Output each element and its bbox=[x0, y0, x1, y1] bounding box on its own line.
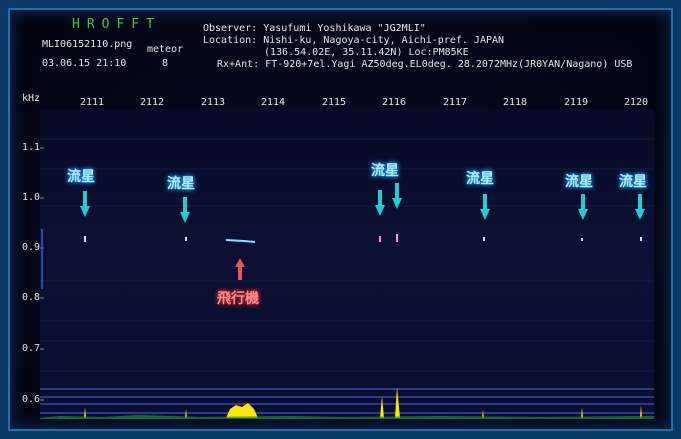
observer-line: Observer: Yasufumi Yoshikawa "JG2MLI" bbox=[203, 23, 426, 34]
meteor-echo bbox=[379, 236, 381, 242]
rx-line: Rx+Ant: FT-920+7el.Yagi AZ50deg.EL0deg. … bbox=[217, 59, 633, 70]
meteor-echo bbox=[581, 238, 583, 241]
time-tick: 2117 bbox=[443, 97, 468, 108]
spectrogram-svg bbox=[40, 138, 654, 419]
datetime-label: 03.06.15 21:10 bbox=[42, 58, 127, 69]
meteor-arrow-icon bbox=[480, 194, 490, 220]
meteor-arrow-icon bbox=[635, 194, 645, 220]
meteor-label: 流星 bbox=[167, 176, 195, 192]
airplane-signal-peak bbox=[226, 403, 258, 418]
freq-tick: 1.0 bbox=[22, 192, 41, 203]
meteor-echo bbox=[396, 234, 398, 242]
meteor-echo bbox=[185, 237, 187, 241]
meteor-label: 流星 bbox=[67, 169, 95, 185]
time-tick: 2114 bbox=[261, 97, 286, 108]
time-tick: 2118 bbox=[503, 97, 528, 108]
airplane-arrow-icon bbox=[235, 258, 245, 280]
meteor-signal-peak bbox=[395, 387, 400, 418]
time-tick: 2119 bbox=[564, 97, 589, 108]
meteor-echo bbox=[483, 237, 485, 241]
meteor-label: 流星 bbox=[619, 174, 647, 190]
meteor-label: 流星 bbox=[371, 163, 399, 179]
time-tick: 2120 bbox=[624, 97, 649, 108]
meteor-arrow-icon bbox=[180, 197, 190, 223]
airplane-trace bbox=[225, 239, 256, 243]
time-tick: 2116 bbox=[382, 97, 407, 108]
meteor-label: 流星 bbox=[466, 171, 494, 187]
filename-label: MLI06152110.png bbox=[42, 39, 133, 50]
location-line: Location: Nishi-ku, Nagoya-city, Aichi-p… bbox=[203, 35, 505, 46]
y-unit-label: kHz bbox=[22, 93, 41, 104]
spectrum-panel bbox=[40, 387, 654, 419]
freq-tick: 0.9 bbox=[22, 242, 41, 253]
time-tick: 2111 bbox=[80, 97, 105, 108]
meteor-signal-peak bbox=[380, 396, 384, 418]
time-tick: 2115 bbox=[322, 97, 347, 108]
count-label: 8 bbox=[162, 58, 169, 69]
freq-tick: 0.8 bbox=[22, 292, 41, 303]
time-tick: 2113 bbox=[201, 97, 226, 108]
meteor-arrow-icon bbox=[392, 183, 402, 209]
freq-tick: 0.6 bbox=[22, 394, 41, 405]
mode-label: meteor bbox=[147, 44, 184, 55]
meteor-echoes bbox=[84, 234, 642, 242]
coords-line: (136.54.02E, 35.11.42N) Loc:PM85KE bbox=[264, 47, 469, 58]
meteor-echo bbox=[84, 236, 86, 242]
meteor-arrow-icon bbox=[375, 190, 385, 216]
spectrogram-plot bbox=[40, 109, 654, 419]
meteor-arrow-icon bbox=[578, 194, 588, 220]
meteor-echo bbox=[640, 237, 642, 241]
freq-tick: 1.1 bbox=[22, 142, 41, 153]
airplane-label: 飛行機 bbox=[217, 291, 259, 307]
meteor-signal-peak bbox=[640, 405, 642, 418]
time-tick: 2112 bbox=[140, 97, 165, 108]
app-title: HROFFT bbox=[72, 17, 161, 32]
freq-tick: 0.7 bbox=[22, 343, 41, 354]
meteor-arrow-icon bbox=[80, 191, 90, 217]
meteor-label: 流星 bbox=[565, 174, 593, 190]
